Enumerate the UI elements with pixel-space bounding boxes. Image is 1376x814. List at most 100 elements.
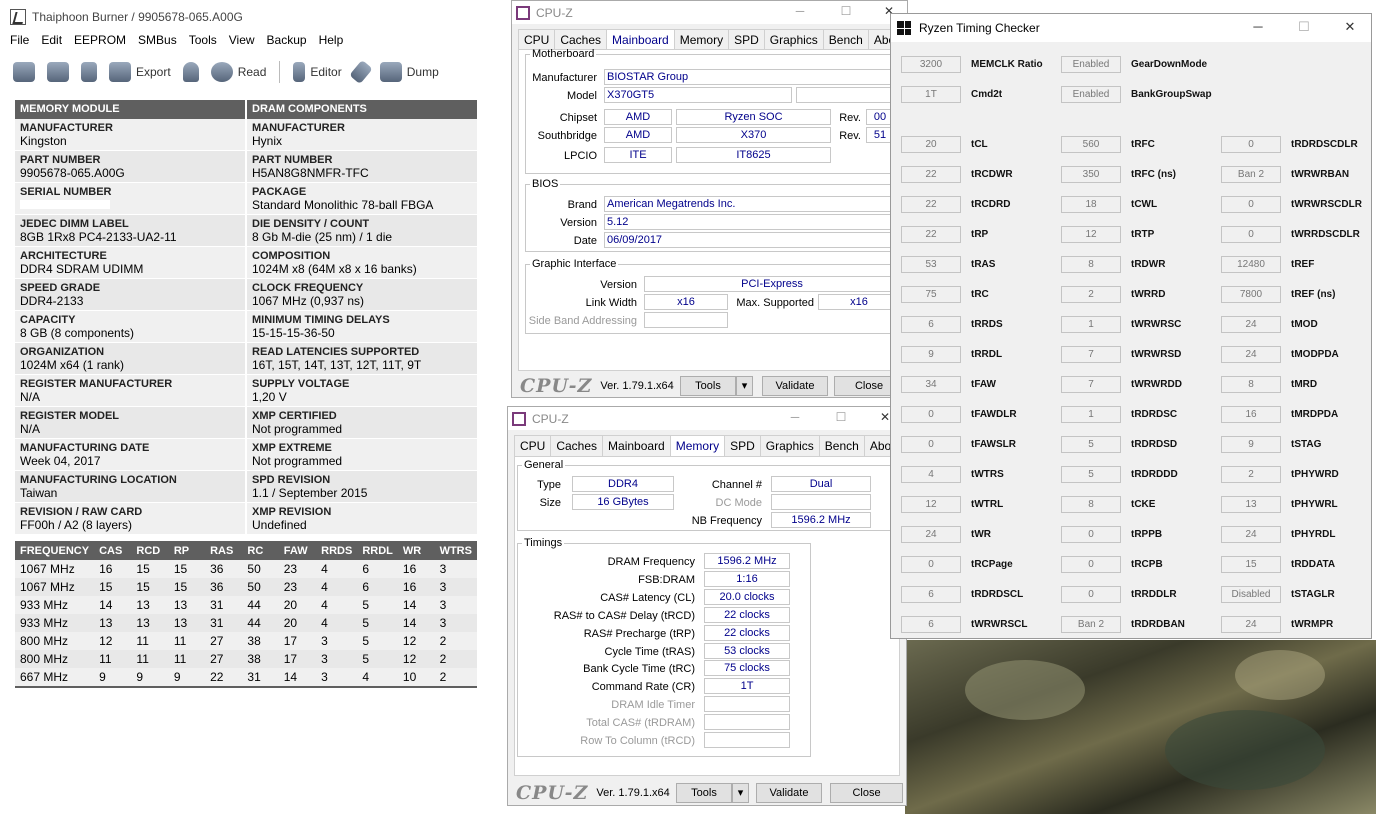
freq-table-cell: 23	[278, 560, 317, 578]
dram-field-value: 15-15-15-36-50	[252, 326, 335, 340]
dram-field: SPD REVISION 1.1 / September 2015	[247, 471, 477, 502]
cpuz-mainboard-window: CPU-Z ─ ☐ ✕ CPU Caches Mainboard Memory SPD G…	[511, 0, 912, 398]
timing-value	[704, 732, 790, 748]
tab-cpu[interactable]: CPU	[518, 29, 556, 50]
minimize-button[interactable]: ─	[1235, 14, 1281, 42]
freq-table-cell: 11	[131, 632, 169, 650]
cpuz-mainboard-titlebar: CPU-Z ─ ☐ ✕	[512, 1, 907, 24]
minimize-button[interactable]: ─	[772, 407, 818, 430]
menu-item-view[interactable]: View	[229, 33, 263, 51]
close-button[interactable]: Close	[830, 783, 903, 803]
dump-book-icon	[379, 62, 402, 82]
spd-info-row: ARCHITECTURE DDR4 SDRAM UDIMM COMPOSITION 1…	[15, 247, 477, 279]
nb-frequency-value: 1596.2 MHz	[771, 512, 871, 528]
tab-graphics[interactable]: Graphics	[759, 435, 820, 456]
frequency-table-header: FREQUENCY CAS RCD RP RAS RC FAW RRDS RRDL WR WTRS	[15, 541, 477, 560]
validate-button[interactable]: Validate	[756, 783, 822, 803]
freq-table-cell: 31	[205, 614, 243, 632]
freq-table-cell: 1067 MHz	[15, 578, 95, 596]
rtc-value-box: 7	[1061, 376, 1121, 393]
cpuz-memory-titlebar: CPU-Z ─ ☐ ✕	[508, 407, 906, 430]
cpuz-memory-footer: CPU-Z Ver. 1.79.1.x64 Tools ▾ Validate C…	[508, 779, 906, 807]
freq-table-cell: 12	[94, 632, 132, 650]
export-button[interactable]: Export	[106, 58, 174, 86]
spd-info-row: MANUFACTURING LOCATION Taiwan SPD REVISION…	[15, 471, 477, 503]
freq-table-cell: 16	[94, 560, 132, 578]
cpuz-memory-tabs: CPU Caches Mainboard Memory SPD Graphics Bench…	[508, 430, 908, 456]
menu-item-file[interactable]: File	[10, 33, 37, 51]
lpcio-name-value: IT8625	[676, 147, 831, 163]
tab-bench[interactable]: Bench	[822, 29, 869, 50]
module-field: MANUFACTURER Kingston	[15, 119, 245, 150]
menu-item-help[interactable]: Help	[319, 33, 352, 51]
freq-table-cell: 1067 MHz	[15, 560, 95, 578]
dram-field-value: Undefined	[252, 518, 307, 532]
timing-value: 1:16	[704, 570, 790, 587]
tab-caches[interactable]: Caches	[550, 435, 604, 456]
tab-bench[interactable]: Bench	[818, 435, 865, 456]
open-tool-button[interactable]	[44, 58, 72, 86]
validate-button[interactable]: Validate	[762, 376, 828, 396]
rtc-value-box: 24	[1221, 526, 1281, 543]
rtc-value-box: 7800	[1221, 286, 1281, 303]
rtc-value-box: 0	[1221, 136, 1281, 153]
read-button[interactable]: Read	[208, 58, 270, 86]
tools-button[interactable]: Tools	[680, 376, 736, 396]
editor-button[interactable]: Editor	[290, 58, 344, 86]
rtc-value-box: 24	[1221, 616, 1281, 633]
lock-button[interactable]	[180, 58, 202, 86]
chipset-name-value: Ryzen SOC	[676, 109, 831, 125]
freq-table-cell: 20	[278, 596, 317, 614]
settings-tool-button[interactable]	[10, 58, 38, 86]
wrench-button[interactable]	[348, 58, 373, 86]
tools-dropdown-arrow-icon[interactable]: ▾	[736, 376, 753, 396]
tab-spd[interactable]: SPD	[728, 29, 765, 50]
tools-dropdown-arrow-icon[interactable]: ▾	[732, 783, 749, 803]
freq-table-cell: 17	[278, 650, 317, 668]
menu-item-edit[interactable]: Edit	[41, 33, 70, 51]
rtc-param-name: tPHYWRL	[1291, 499, 1338, 510]
rtc-param-name: tWRRD	[1131, 289, 1166, 300]
module-field-value: Kingston	[20, 134, 67, 148]
tab-spd[interactable]: SPD	[724, 435, 761, 456]
tools-button[interactable]: Tools	[676, 783, 732, 803]
rtc-param-name: tWRWRSD	[1131, 349, 1182, 360]
rtc-value-box: 0	[1061, 556, 1121, 573]
freq-col-header-rcd: RCD	[131, 541, 169, 560]
dram-field-label: COMPOSITION	[252, 250, 331, 262]
maximize-button[interactable]: ☐	[818, 407, 864, 430]
menu-item-smbus[interactable]: SMBus	[138, 33, 185, 51]
tab-caches[interactable]: Caches	[554, 29, 608, 50]
tab-mainboard[interactable]: Mainboard	[606, 29, 675, 50]
maximize-button[interactable]: ☐	[823, 1, 869, 24]
save-tool-button[interactable]	[78, 58, 100, 86]
spd-info-header: MEMORY MODULE DRAM COMPONENTS	[15, 100, 477, 119]
menu-item-backup[interactable]: Backup	[267, 33, 315, 51]
chipset-rev-label: Rev.	[839, 112, 861, 124]
dram-field-value: H5AN8G8NMFR-TFC	[252, 166, 369, 180]
rtc-value-box: 6	[901, 586, 961, 603]
cpuz-app-icon	[512, 411, 526, 426]
tab-mainboard[interactable]: Mainboard	[602, 435, 671, 456]
rtc-param-name: BankGroupSwap	[1131, 89, 1212, 100]
freq-table-cell: 4	[316, 596, 358, 614]
type-label: Type	[537, 479, 561, 491]
tab-memory[interactable]: Memory	[673, 29, 730, 50]
tab-cpu[interactable]: CPU	[514, 435, 552, 456]
freq-table-cell: 13	[131, 596, 169, 614]
minimize-button[interactable]: ─	[777, 1, 823, 24]
dump-button[interactable]: Dump	[377, 58, 442, 86]
rtc-param-name: tSTAG	[1291, 439, 1322, 450]
close-window-button[interactable]: ✕	[1327, 14, 1373, 42]
maximize-button[interactable]: ☐	[1281, 14, 1327, 42]
tab-graphics[interactable]: Graphics	[763, 29, 824, 50]
rtc-param-name: tWRWRSCL	[971, 619, 1028, 630]
rtc-value-box: 1	[1061, 316, 1121, 333]
cpuz-memory-window: CPU-Z ─ ☐ ✕ CPU Caches Mainboard Memory SPD G…	[507, 406, 908, 807]
menu-item-tools[interactable]: Tools	[189, 33, 225, 51]
rtc-param-name: tFAWDLR	[971, 409, 1017, 420]
tab-memory[interactable]: Memory	[669, 435, 726, 456]
menu-item-eeprom[interactable]: EEPROM	[74, 33, 134, 51]
cpuz-mainboard-title: CPU-Z	[536, 5, 573, 20]
rtc-param-name: tFAW	[971, 379, 996, 390]
